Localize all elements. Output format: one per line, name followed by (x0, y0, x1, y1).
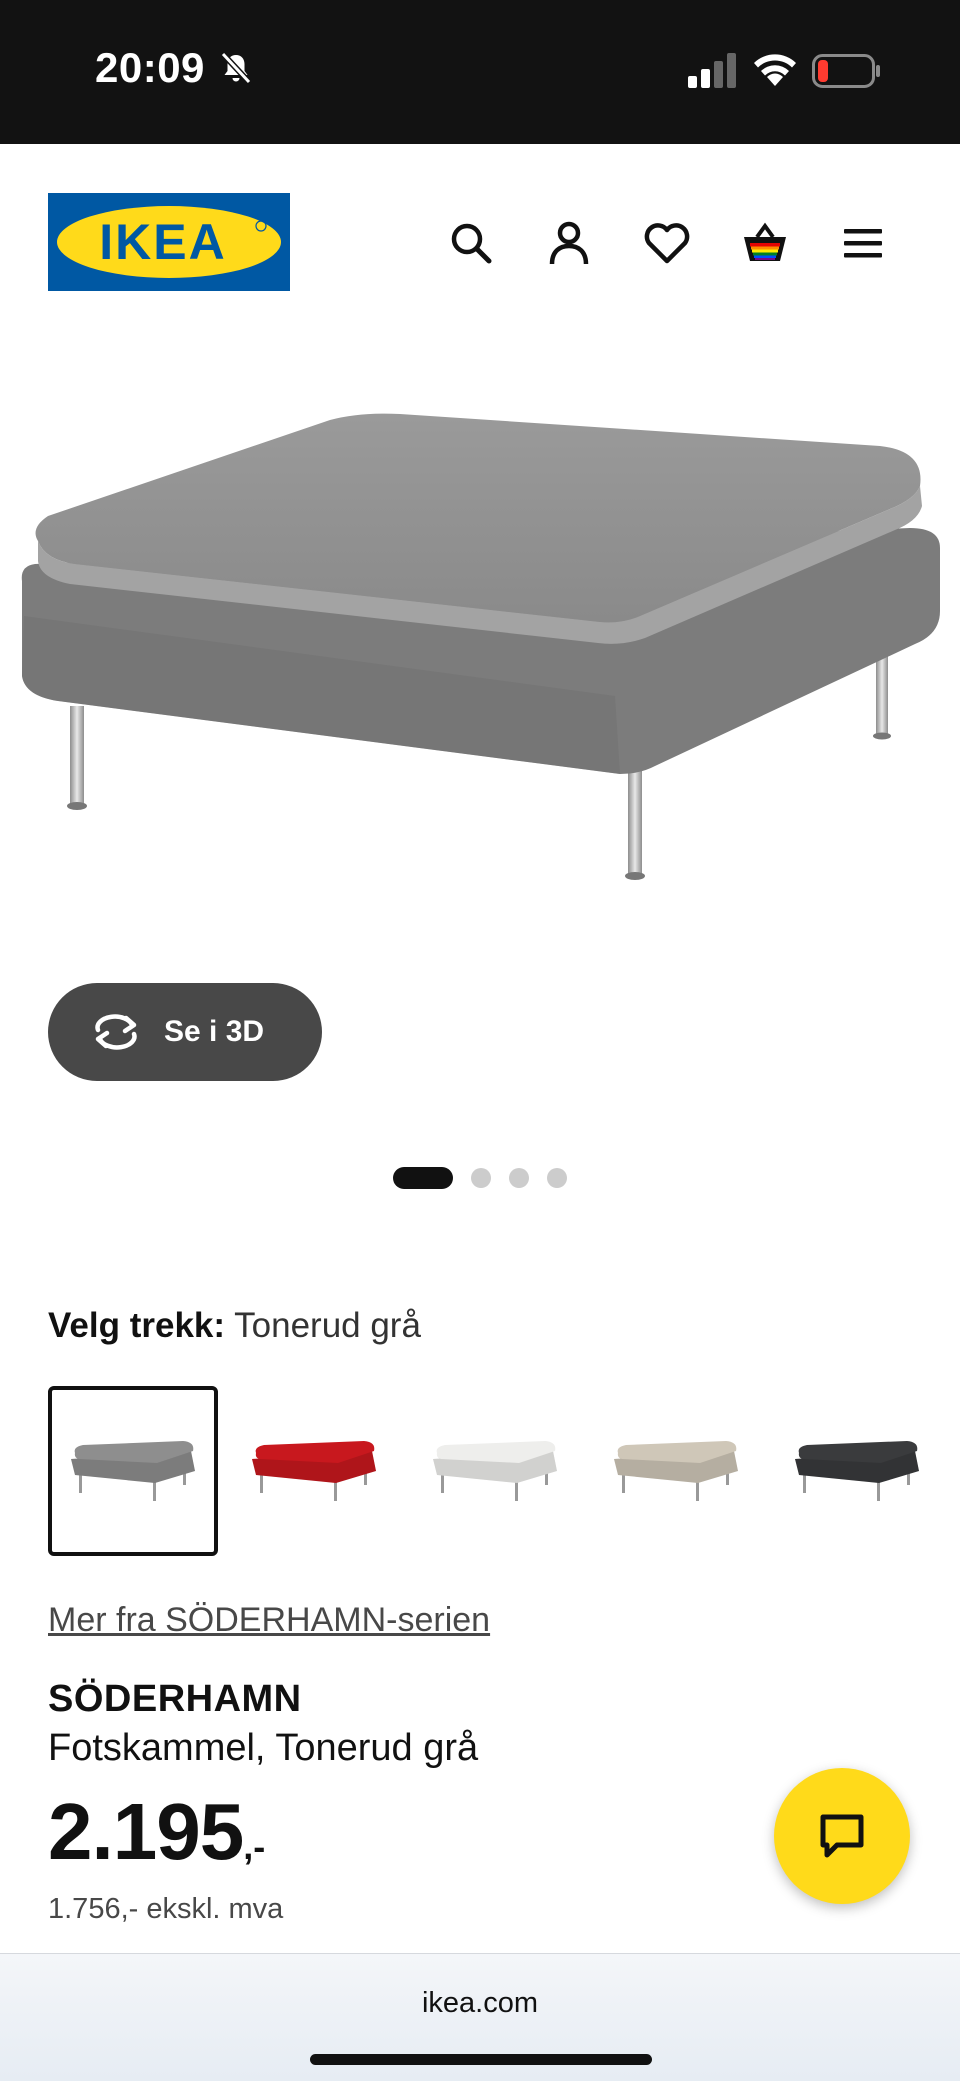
ikea-logo[interactable]: IKEA (48, 193, 290, 291)
browser-bar: ikea.com (0, 1953, 960, 2081)
signal-icon (688, 53, 736, 88)
gallery-dot-1[interactable] (393, 1167, 453, 1189)
product-description: Fotskammel, Tonerud grå (48, 1727, 479, 1769)
logo-text: IKEA (99, 214, 226, 270)
cart-icon[interactable] (736, 214, 794, 272)
variant-swatch-5[interactable] (772, 1386, 942, 1556)
bell-off-icon (220, 51, 252, 85)
swatch-ottoman-image (795, 1441, 919, 1501)
series-link[interactable]: Mer fra SÖDERHAMN-serien (48, 1601, 490, 1640)
heart-icon[interactable] (638, 214, 696, 272)
swatch-ottoman-image (252, 1441, 376, 1501)
menu-icon[interactable] (834, 214, 892, 272)
product-price: 2.195,- (48, 1792, 265, 1872)
variant-swatch-1[interactable] (48, 1386, 218, 1556)
gallery-dot-4[interactable] (547, 1168, 567, 1188)
price-integer: 2.195 (48, 1787, 244, 1876)
chat-icon (820, 1814, 864, 1858)
wifi-icon (754, 54, 796, 86)
rotate-3d-icon (95, 1014, 137, 1050)
gallery-dot-3[interactable] (509, 1168, 529, 1188)
product-image[interactable] (0, 316, 960, 1016)
price-decimal: ,- (243, 1826, 266, 1867)
search-icon[interactable] (442, 214, 500, 272)
gallery-pagination (0, 1166, 960, 1190)
variant-swatches (48, 1386, 928, 1556)
account-icon[interactable] (540, 214, 598, 272)
ottoman-illustration (21, 413, 940, 880)
home-indicator[interactable] (310, 2054, 652, 2065)
gallery-dot-2[interactable] (471, 1168, 491, 1188)
variant-label: Velg trekk: Tonerud grå (48, 1306, 421, 1346)
variant-label-prefix: Velg trekk: (48, 1306, 226, 1345)
browser-url[interactable]: ikea.com (0, 1987, 960, 2020)
swatch-ottoman-image (614, 1441, 738, 1501)
status-time: 20:09 (95, 44, 205, 91)
variant-swatch-2[interactable] (229, 1386, 399, 1556)
swatch-ottoman-image (71, 1441, 195, 1501)
variant-swatch-4[interactable] (591, 1386, 761, 1556)
variant-swatch-3[interactable] (410, 1386, 580, 1556)
swatch-ottoman-image (433, 1441, 557, 1501)
view-3d-button[interactable]: Se i 3D (48, 983, 322, 1081)
status-bar: 20:09 (0, 0, 960, 144)
product-name: SÖDERHAMN (48, 1678, 302, 1720)
site-header: IKEA (0, 144, 960, 316)
battery-icon (812, 54, 880, 88)
variant-selected-value: Tonerud grå (234, 1306, 421, 1345)
price-ex-vat: 1.756,- ekskl. mva (48, 1893, 284, 1925)
chat-button[interactable] (774, 1768, 910, 1904)
view-3d-label: Se i 3D (164, 1015, 265, 1048)
